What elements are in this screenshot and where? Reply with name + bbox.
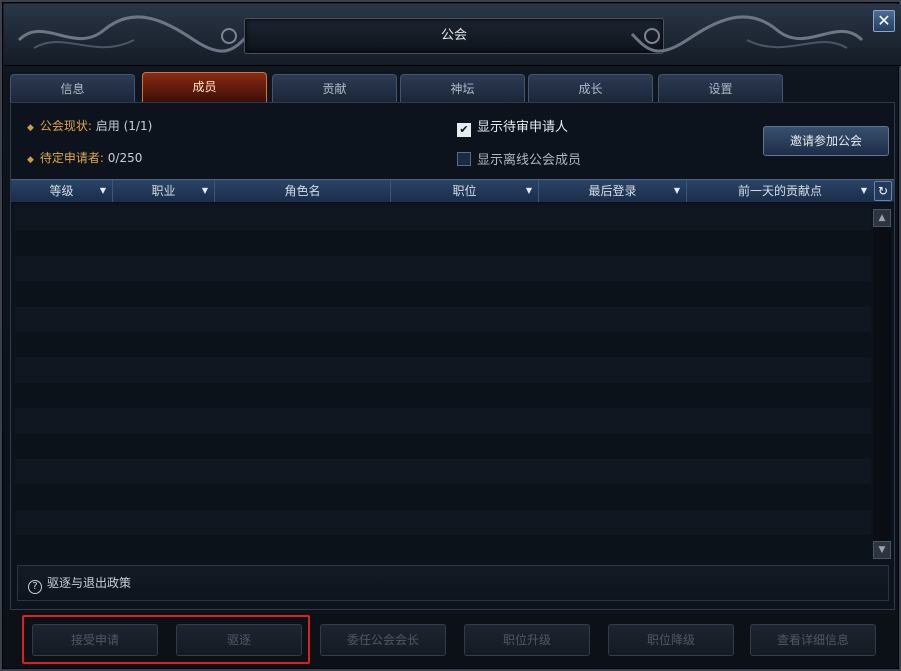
demote-button[interactable]: 职位降级 (608, 624, 734, 656)
checkbox-empty-icon[interactable] (457, 152, 471, 166)
sort-arrow-icon: ▼ (860, 186, 867, 195)
sort-arrow-icon: ▼ (99, 186, 106, 195)
column-name-label: 角色名 (284, 184, 321, 198)
table-row (15, 509, 871, 536)
show-pending-checkbox[interactable]: ✔ 显示待审申请人 (457, 116, 568, 137)
members-panel: ◆ 公会现状: 启用 (1/1) ◆ 待定申请者: 0/250 ✔ 显示待审申请人 显… (10, 102, 895, 610)
close-icon[interactable]: ✕ (873, 10, 895, 32)
column-contribution-label: 前一天的贡献点 (737, 184, 822, 198)
sort-arrow-icon: ▼ (525, 186, 532, 195)
column-rank[interactable]: 职位 ▼ (391, 180, 539, 202)
table-row (15, 433, 871, 459)
table-row (15, 331, 871, 358)
table-row (15, 205, 871, 231)
member-list[interactable] (15, 205, 871, 561)
checkmark-icon[interactable]: ✔ (457, 123, 471, 137)
show-offline-label: 显示离线公会成员 (477, 153, 582, 168)
scroll-ornament-left-icon (17, 15, 251, 53)
guild-window: 公会 ✕ 信息 成员 贡献 神坛 成长 设置 ◆ 公会现状: 启用 (1/1) ◆… (0, 0, 901, 671)
table-row (15, 230, 871, 256)
column-contribution[interactable]: 前一天的贡献点 ▼ (687, 180, 873, 202)
column-last-login[interactable]: 最后登录 ▼ (539, 180, 687, 202)
guild-state: ◆ 公会现状: 启用 (1/1) (27, 117, 152, 134)
member-list-scrollbar[interactable]: ▲ ▼ (873, 209, 891, 559)
appoint-leader-button[interactable]: 委任公会会长 (320, 624, 446, 656)
column-rank-label: 职位 (452, 184, 477, 198)
table-row (15, 281, 871, 307)
guild-state-label: 公会现状: (39, 119, 92, 133)
highlight-box (22, 615, 310, 664)
sort-arrow-icon: ▼ (673, 186, 680, 195)
diamond-bullet-icon: ◆ (27, 123, 34, 133)
pending-applicants: ◆ 待定申请者: 0/250 (27, 149, 142, 166)
sort-arrow-icon: ▼ (201, 186, 208, 195)
show-offline-checkbox[interactable]: 显示离线公会成员 (457, 149, 581, 168)
tab-contribution[interactable]: 贡献 (272, 74, 397, 102)
show-pending-label: 显示待审申请人 (477, 120, 569, 135)
scroll-down-icon[interactable]: ▼ (873, 541, 891, 559)
diamond-bullet-icon: ◆ (27, 155, 34, 165)
invite-button[interactable]: 邀请参加公会 (763, 126, 889, 156)
column-level-label: 等级 (49, 184, 74, 198)
table-row (15, 357, 871, 383)
title-bar[interactable]: 公会 ✕ (4, 4, 901, 66)
column-class-label: 职业 (151, 184, 176, 198)
table-row (15, 408, 871, 434)
scroll-up-icon[interactable]: ▲ (873, 209, 891, 227)
table-row (15, 255, 871, 282)
table-row (15, 382, 871, 409)
guild-state-value: 启用 (1/1) (95, 119, 153, 133)
table-row (15, 306, 871, 332)
help-icon[interactable]: ? (28, 580, 42, 594)
member-table-header: 等级 ▼ 职业 ▼ 角色名 职位 ▼ 最后登录 ▼ 前一天的贡献点 ▼ ↻ (11, 179, 894, 203)
table-row (15, 535, 871, 561)
column-class[interactable]: 职业 ▼ (113, 180, 215, 202)
pending-value: 0/250 (107, 151, 143, 165)
table-row (15, 458, 871, 485)
tab-info[interactable]: 信息 (10, 74, 135, 102)
tab-members[interactable]: 成员 (142, 72, 267, 102)
tab-growth[interactable]: 成长 (528, 74, 653, 102)
pending-label: 待定申请者: (39, 151, 104, 165)
policy-label[interactable]: 驱逐与退出政策 (47, 576, 131, 590)
table-row (15, 484, 871, 510)
window-title: 公会 (244, 18, 664, 54)
column-last-login-label: 最后登录 (588, 184, 637, 198)
promote-button[interactable]: 职位升级 (464, 624, 590, 656)
tab-settings[interactable]: 设置 (658, 74, 783, 102)
column-name[interactable]: 角色名 (215, 180, 391, 202)
column-level[interactable]: 等级 ▼ (11, 180, 113, 202)
scroll-ornament-right-icon (630, 15, 864, 53)
view-details-button[interactable]: 查看详细信息 (750, 624, 876, 656)
refresh-icon[interactable]: ↻ (874, 181, 892, 201)
tab-altar[interactable]: 神坛 (400, 74, 525, 102)
kick-leave-policy[interactable]: ? 驱逐与退出政策 (17, 565, 889, 601)
